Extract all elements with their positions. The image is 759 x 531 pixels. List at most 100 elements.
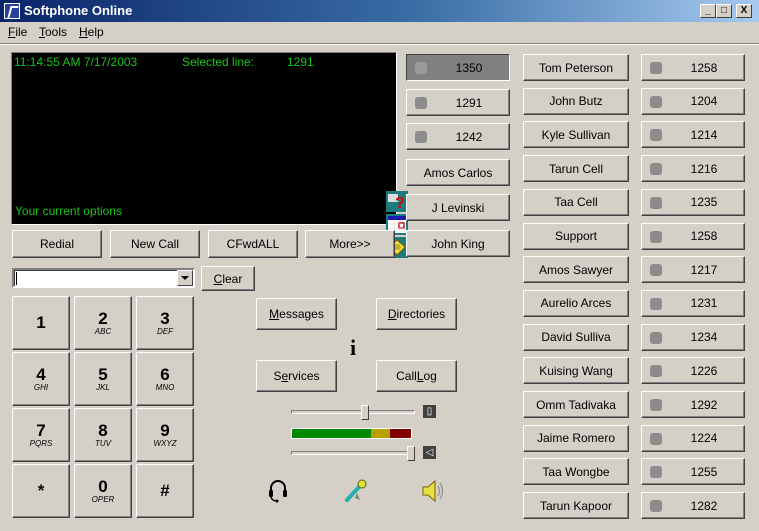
speed-dial-name-button[interactable]: John Butz xyxy=(523,87,629,115)
speed-dial-name-button[interactable]: Tarun Cell xyxy=(523,155,629,183)
messages-button[interactable]: Messages xyxy=(256,298,337,330)
speed-dial-extension-button[interactable]: 1258 xyxy=(641,222,745,250)
line-number: 1291 xyxy=(455,95,483,110)
menu-help[interactable]: Help xyxy=(79,25,104,39)
menu-tools[interactable]: Tools xyxy=(39,25,67,39)
svg-text:?: ? xyxy=(395,195,405,212)
key-letters: GHI xyxy=(33,383,49,392)
speaker-volume-slider-thumb[interactable] xyxy=(407,446,415,461)
keypad-key[interactable]: 0 OPER xyxy=(74,464,132,518)
keypad-key[interactable]: 5 JKL xyxy=(74,352,132,406)
line-button-1291[interactable]: 1291 xyxy=(406,89,510,116)
speaker-icon[interactable] xyxy=(420,478,446,508)
speed-dial-extension-button[interactable]: 1282 xyxy=(641,492,745,520)
dropdown-arrow-button[interactable] xyxy=(177,270,193,286)
key-digit: * xyxy=(37,481,45,500)
clear-accel: C xyxy=(213,271,223,286)
speed-dial-extension-button[interactable]: 1226 xyxy=(641,357,745,385)
speed-dial-extension-button[interactable]: 1258 xyxy=(641,54,745,81)
speed-dial-extension-button[interactable]: 1224 xyxy=(641,424,745,452)
dial-number-combobox[interactable] xyxy=(12,268,195,288)
speed-dial-extension-button[interactable]: 1255 xyxy=(641,458,745,486)
speed-dial-extension-button[interactable]: 1234 xyxy=(641,323,745,351)
redial-button[interactable]: Redial xyxy=(12,230,102,258)
speaker-mute-icon[interactable]: ◁ xyxy=(423,446,436,459)
speed-dial-name-button[interactable]: Tom Peterson xyxy=(523,54,629,81)
keypad-key[interactable]: 9 WXYZ xyxy=(136,408,194,462)
info-icon[interactable]: i xyxy=(350,335,356,361)
extension-number: 1204 xyxy=(690,94,718,109)
maximize-button[interactable]: □ xyxy=(716,4,732,18)
keypad-key[interactable]: 2 ABC xyxy=(74,296,132,350)
keypad-key[interactable]: 4 GHI xyxy=(12,352,70,406)
keypad-key[interactable]: 8 TUV xyxy=(74,408,132,462)
line-number: 1242 xyxy=(455,129,483,144)
speed-dial-name-button[interactable]: Omm Tadivaka xyxy=(523,391,629,418)
extension-number: 1231 xyxy=(690,296,718,311)
speed-dial-name-button[interactable]: Kuising Wang xyxy=(523,357,629,385)
speed-dial-name-button[interactable]: Jaime Romero xyxy=(523,424,629,452)
line-button-1350[interactable]: 1350 xyxy=(406,54,510,81)
speed-dial-name-button[interactable]: Taa Cell xyxy=(523,188,629,216)
speed-dial-name-button[interactable]: Amos Sawyer xyxy=(523,256,629,284)
mic-mute-icon[interactable]: ▯ xyxy=(423,405,436,418)
label-part: irectories xyxy=(396,307,446,321)
speed-dial-name-button[interactable]: Tarun Kapoor xyxy=(523,492,629,520)
speed-dial-extension-button[interactable]: 1204 xyxy=(641,87,745,115)
quick-dial-button[interactable]: John King xyxy=(406,230,510,257)
quick-dial-button[interactable]: Amos Carlos xyxy=(406,159,510,186)
window-title: Softphone Online xyxy=(24,3,133,18)
extension-number: 1255 xyxy=(690,464,718,479)
speed-dial-extension-button[interactable]: 1235 xyxy=(641,188,745,216)
menu-file[interactable]: File xyxy=(8,25,27,39)
speed-dial-extension-button[interactable]: 1217 xyxy=(641,256,745,284)
close-button[interactable]: X xyxy=(736,4,752,18)
extension-status-led xyxy=(650,129,662,142)
speed-dial-name-button[interactable]: Support xyxy=(523,222,629,250)
keypad-key[interactable]: 1 xyxy=(12,296,70,350)
speed-dial-extension-button[interactable]: 1292 xyxy=(641,391,745,418)
directories-button[interactable]: Directories xyxy=(376,298,457,330)
keypad-key[interactable]: 7 PQRS xyxy=(12,408,70,462)
keypad-key[interactable]: * xyxy=(12,464,70,518)
minimize-button[interactable]: _ xyxy=(700,4,716,18)
speed-dial-extension-button[interactable]: 1214 xyxy=(641,121,745,149)
label-accel: D xyxy=(387,307,397,321)
key-digit: # xyxy=(160,481,170,500)
help-icon[interactable]: ? xyxy=(386,191,408,212)
keypad-key[interactable]: 6 MNO xyxy=(136,352,194,406)
clear-button[interactable]: Clear xyxy=(201,266,255,291)
speed-dial-extension-button[interactable]: 1216 xyxy=(641,155,745,183)
label-part: Call xyxy=(396,369,417,383)
mic-level-slider-track[interactable] xyxy=(291,410,415,414)
speed-dial-extension-button[interactable]: 1231 xyxy=(641,289,745,317)
clear-label: lear xyxy=(222,271,243,286)
key-digit: 7 xyxy=(36,421,46,440)
extension-status-led xyxy=(650,230,662,243)
microphone-icon[interactable] xyxy=(344,478,370,508)
new-call-button[interactable]: New Call xyxy=(110,230,200,258)
label-part: og xyxy=(423,369,437,383)
headset-icon[interactable] xyxy=(266,478,290,508)
speed-dial-name-button[interactable]: Aurelio Arces xyxy=(523,289,629,317)
services-button[interactable]: Se rvices xyxy=(256,360,337,392)
mic-level-slider-thumb[interactable] xyxy=(360,405,369,420)
quick-dial-button[interactable]: J Levinski xyxy=(406,194,510,221)
line-number: 1350 xyxy=(455,60,483,75)
key-letters: PQRS xyxy=(29,439,53,448)
extension-status-led xyxy=(650,399,662,411)
line-button-1242[interactable]: 1242 xyxy=(406,123,510,150)
speaker-volume-slider-track[interactable] xyxy=(291,451,415,455)
extension-status-led xyxy=(650,62,662,74)
speed-dial-name-button[interactable]: Kyle Sullivan xyxy=(523,121,629,149)
more-button[interactable]: More>> xyxy=(305,230,395,258)
menu-label: elp xyxy=(87,25,104,39)
menu-accel: H xyxy=(79,25,88,39)
keypad-key[interactable]: 3 DEF xyxy=(136,296,194,350)
call-log-button[interactable]: Call Log xyxy=(376,360,457,392)
speed-dial-name-button[interactable]: Taa Wongbe xyxy=(523,458,629,486)
line-status-led xyxy=(415,131,427,143)
keypad-key[interactable]: # xyxy=(136,464,194,518)
cfwdall-button[interactable]: CFwdALL xyxy=(208,230,298,258)
speed-dial-name-button[interactable]: David Sulliva xyxy=(523,323,629,351)
